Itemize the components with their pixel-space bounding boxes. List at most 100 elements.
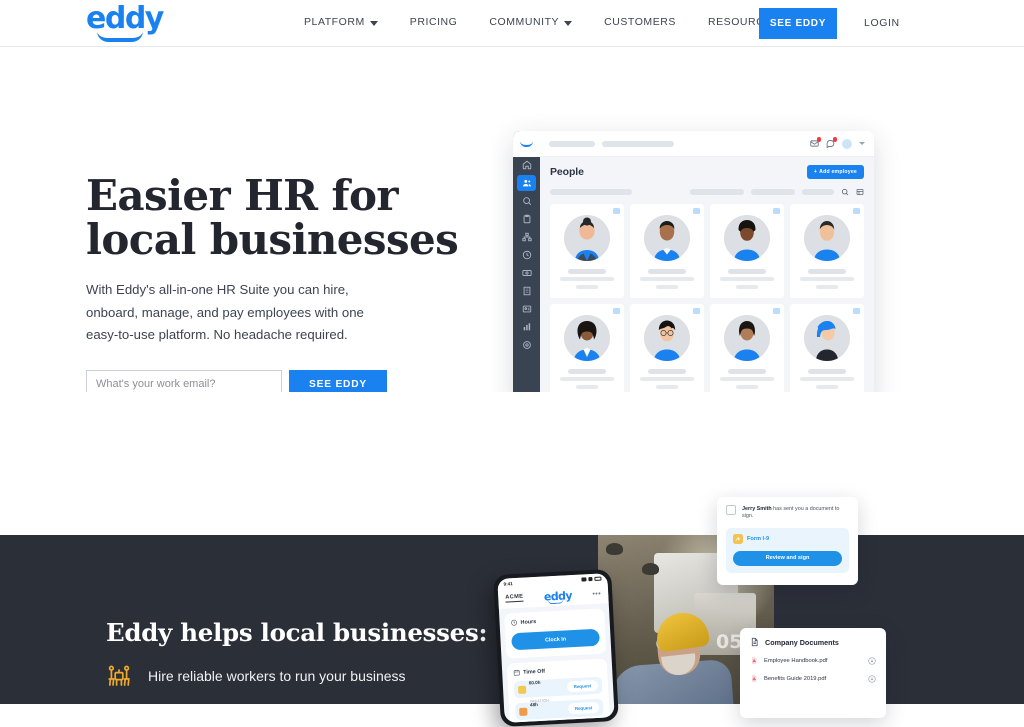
add-employee-label: Add employee	[819, 169, 857, 175]
avatar	[644, 315, 690, 361]
card-placeholder-line	[736, 284, 758, 289]
employee-card[interactable]	[630, 304, 704, 398]
clock-in-button[interactable]: Clock In	[511, 628, 600, 651]
list-view-icon[interactable]	[856, 188, 864, 196]
machine-number: 05	[716, 631, 743, 653]
employee-card[interactable]	[550, 204, 624, 298]
employee-card[interactable]	[790, 304, 864, 398]
request-time-off-button[interactable]: Request	[566, 679, 599, 693]
employee-card[interactable]	[630, 204, 704, 298]
sidebar-item-payroll[interactable]	[517, 265, 536, 281]
sidebar-item-home[interactable]	[517, 157, 536, 173]
sidebar-item-time-clock[interactable]	[517, 247, 536, 263]
sidebar-item-recruiting[interactable]	[517, 193, 536, 209]
card-placeholder-line	[656, 384, 678, 389]
eddy-logo[interactable]: eddy	[86, 4, 164, 42]
phone-time-off-card: Time Off 60.0h VACATION Request 48h SICK…	[506, 658, 611, 723]
card-badge-icon	[613, 208, 620, 214]
employee-card[interactable]	[710, 304, 784, 398]
card-placeholder-line	[648, 369, 686, 374]
employee-cards-grid	[550, 204, 864, 398]
eddy-logo: eddy	[543, 588, 573, 604]
card-placeholder-line	[800, 276, 854, 281]
pdf-icon	[750, 656, 758, 665]
card-placeholder-line	[656, 284, 678, 289]
nav-item-pricing[interactable]: PRICING	[410, 16, 476, 28]
avatar	[724, 215, 770, 261]
add-employee-button[interactable]: + Add employee	[806, 165, 864, 179]
mail-badge	[816, 137, 821, 142]
card-badge-icon	[613, 308, 620, 314]
document-name: Employee Handbook.pdf	[764, 657, 828, 664]
card-placeholder-line	[560, 376, 614, 381]
chevron-down-icon[interactable]	[859, 142, 865, 145]
login-link[interactable]: LOGIN	[864, 17, 900, 29]
nav-item-community-label: COMMUNITY	[489, 16, 560, 28]
toolbar-right	[690, 188, 864, 196]
eddy-smile-icon	[520, 141, 533, 147]
phone-hours-label: Hours	[520, 618, 537, 626]
review-and-sign-button[interactable]: Review and sign	[733, 550, 842, 566]
hero-title-line1: Easier HR for	[86, 171, 399, 220]
toolbar-filter-1[interactable]	[690, 189, 744, 195]
chat-icon[interactable]	[826, 137, 837, 148]
sidebar-item-reports[interactable]	[517, 319, 536, 335]
toolbar-filter-3[interactable]	[802, 189, 834, 195]
nav-item-customers[interactable]: CUSTOMERS	[604, 16, 694, 28]
plus-icon: +	[813, 169, 818, 175]
employee-card[interactable]	[550, 304, 624, 398]
employee-card[interactable]	[710, 204, 784, 298]
sidebar-item-org-chart[interactable]	[517, 229, 536, 245]
topbar-actions	[810, 137, 865, 149]
customer-logos-strip: crumbl cookies Huntington LEARNING CENTE…	[0, 392, 1024, 536]
sign-form-label: Form I-9	[747, 535, 770, 542]
topbar-placeholder-2	[602, 140, 674, 147]
search-icon[interactable]	[841, 188, 849, 196]
card-placeholder-line	[648, 269, 686, 274]
time-off-amount: 60.0h	[528, 679, 541, 686]
phone-app-header: ACME eddy •••	[497, 583, 609, 609]
sign-checkbox[interactable]	[726, 505, 736, 515]
download-icon[interactable]	[868, 656, 876, 665]
card-placeholder-line	[728, 269, 766, 274]
wifi-icon	[588, 577, 593, 582]
app-main-area: People + Add employee	[540, 131, 874, 406]
time-off-row: 60.0h VACATION Request	[513, 676, 603, 703]
sign-message: Jerry Smith has sent you a document to s…	[742, 505, 849, 521]
company-documents-title: Company Documents	[765, 637, 839, 647]
card-placeholder-line	[816, 284, 838, 289]
signal-icon	[581, 577, 587, 582]
document-row[interactable]: Employee Handbook.pdf	[750, 656, 876, 665]
overflow-menu-icon[interactable]: •••	[592, 590, 601, 597]
app-sidebar	[513, 131, 540, 406]
document-row[interactable]: Benefits Guide 2019.pdf	[750, 674, 876, 683]
card-placeholder-line	[720, 376, 774, 381]
card-badge-icon	[693, 308, 700, 314]
download-icon[interactable]	[868, 674, 876, 683]
sign-sender-name: Jerry Smith	[742, 506, 772, 512]
phone-hours-card: Hours Clock In	[504, 608, 607, 659]
employee-card[interactable]	[790, 204, 864, 298]
sidebar-item-settings[interactable]	[517, 337, 536, 353]
battery-icon	[594, 576, 602, 581]
nav-item-platform-label: PLATFORM	[304, 16, 365, 28]
toolbar-filter-2[interactable]	[751, 189, 795, 195]
mail-icon[interactable]	[810, 137, 821, 148]
page-title: Easier HR for local businesses	[86, 174, 506, 262]
app-content: People + Add employee	[540, 157, 874, 398]
sidebar-item-clipboard[interactable]	[517, 211, 536, 227]
card-placeholder-line	[560, 276, 614, 281]
sidebar-item-people[interactable]	[517, 175, 536, 191]
card-placeholder-line	[576, 384, 598, 389]
card-placeholder-line	[640, 376, 694, 381]
site-header: eddy PLATFORM PRICING COMMUNITY CUSTOMER…	[0, 0, 1024, 47]
sidebar-item-building[interactable]	[517, 283, 536, 299]
hero-title-line2: local businesses	[86, 215, 459, 264]
nav-item-platform[interactable]: PLATFORM	[304, 16, 396, 28]
header-see-eddy-button[interactable]: SEE EDDY	[759, 8, 837, 39]
sidebar-item-id-card[interactable]	[517, 301, 536, 317]
card-placeholder-line	[640, 276, 694, 281]
nav-item-community[interactable]: COMMUNITY	[489, 16, 590, 28]
avatar[interactable]	[842, 138, 852, 149]
avatar	[644, 215, 690, 261]
